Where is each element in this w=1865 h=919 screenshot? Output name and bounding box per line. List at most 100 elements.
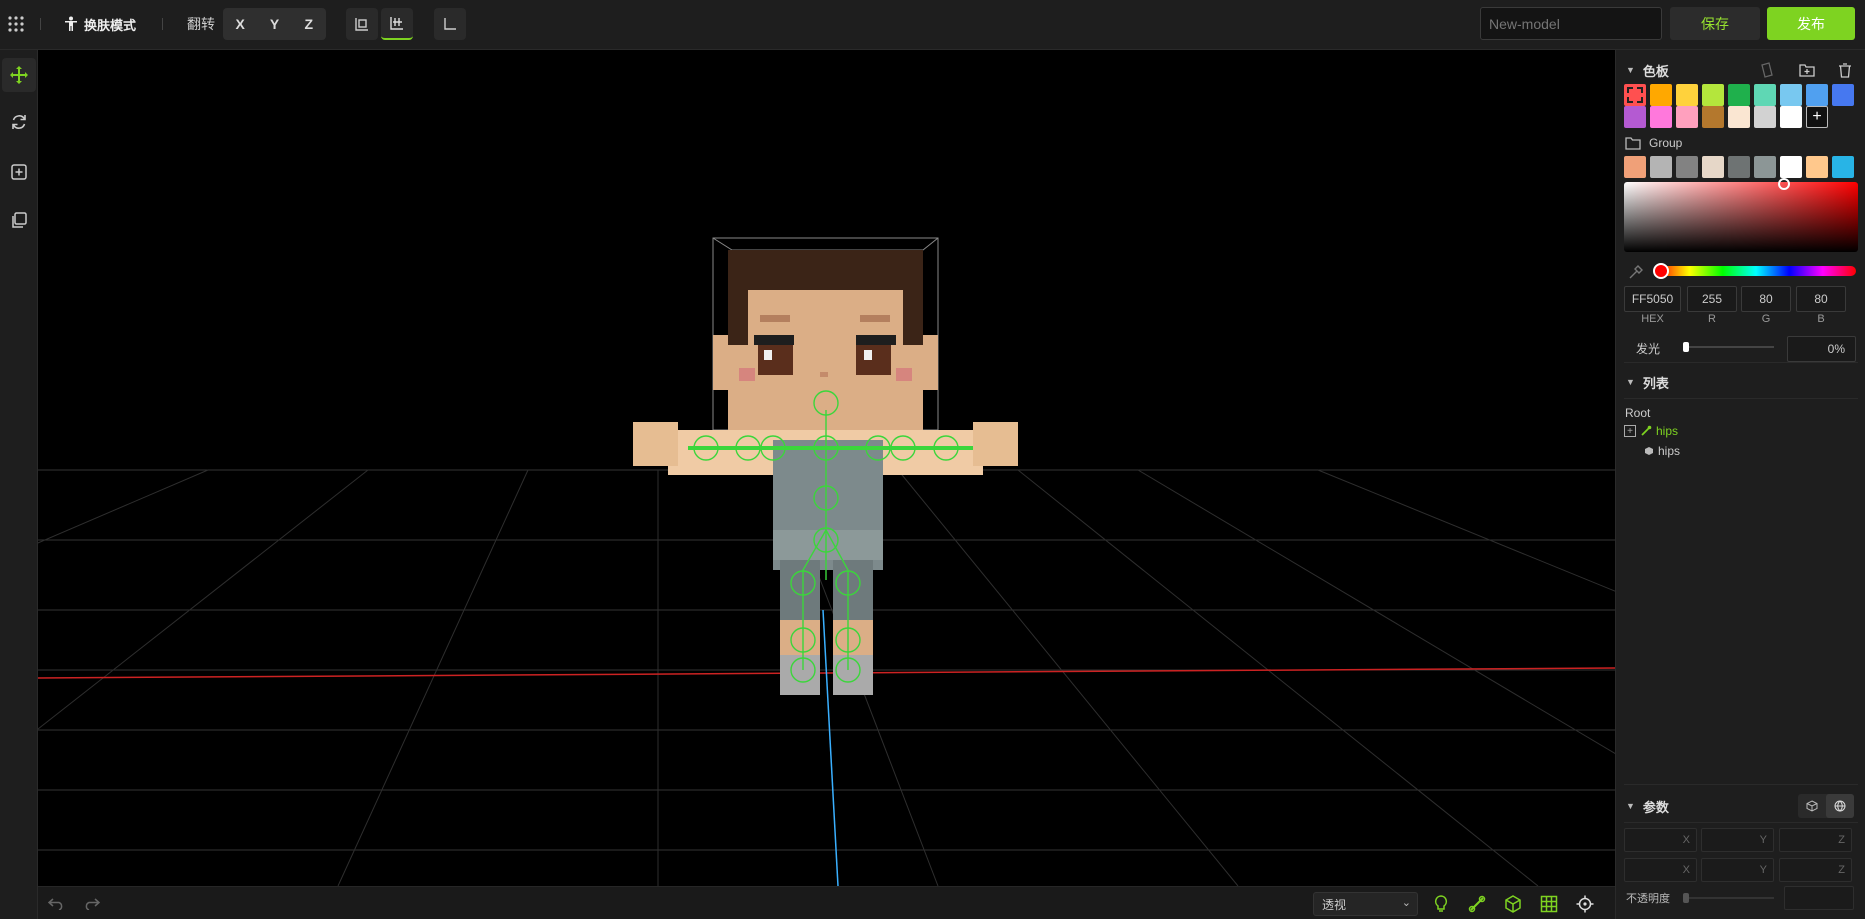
- hue-handle[interactable]: [1653, 263, 1669, 279]
- params-title: 参数: [1642, 799, 1669, 815]
- palette-swatch-row1-2[interactable]: [1650, 84, 1672, 106]
- view-mode-button-1[interactable]: [346, 8, 378, 40]
- hex-field[interactable]: FF5050: [1624, 286, 1681, 312]
- glow-value-field[interactable]: 0%: [1787, 336, 1856, 362]
- expand-icon[interactable]: +: [1624, 425, 1636, 437]
- eyedropper-icon[interactable]: [1626, 262, 1646, 282]
- tree-mesh-row[interactable]: hips: [1644, 444, 1680, 458]
- palette-title: 色板: [1642, 63, 1669, 79]
- axis-icon: [444, 18, 456, 30]
- group-color-swatch-7[interactable]: [1780, 156, 1802, 178]
- palette-swatch-row1-6[interactable]: [1754, 84, 1776, 106]
- group-color-swatch-8[interactable]: [1806, 156, 1828, 178]
- palette-swatch-row1-3[interactable]: [1676, 84, 1698, 106]
- section-divider: [1624, 822, 1858, 823]
- local-space-cube-icon[interactable]: [1798, 794, 1826, 818]
- world-space-globe-icon[interactable]: [1826, 794, 1854, 818]
- add-tool-button[interactable]: [2, 155, 36, 189]
- flip-x-button[interactable]: X: [223, 8, 257, 40]
- opacity-slider-track[interactable]: [1683, 893, 1774, 903]
- palette-swatch-row2-5[interactable]: [1728, 106, 1750, 128]
- position-y-field[interactable]: Y: [1701, 828, 1774, 852]
- view-mode-button-2[interactable]: [381, 8, 413, 40]
- toolbar-divider: [162, 18, 163, 30]
- r-label: R: [1708, 313, 1716, 325]
- position-x-field[interactable]: X: [1624, 828, 1697, 852]
- tree-bone-label: hips: [1656, 424, 1679, 438]
- group-color-swatch-2[interactable]: [1650, 156, 1672, 178]
- model-name-input[interactable]: [1480, 7, 1662, 40]
- glow-slider-handle[interactable]: [1683, 342, 1689, 352]
- move-icon: [10, 66, 28, 84]
- list-section-header[interactable]: ▼ 列表: [1616, 366, 1865, 398]
- focus-target-icon[interactable]: [1574, 893, 1596, 915]
- flip-z-button[interactable]: Z: [292, 8, 326, 40]
- move-tool-button[interactable]: [2, 58, 36, 92]
- rotation-z-field[interactable]: Z: [1779, 858, 1852, 882]
- r-field[interactable]: 255: [1687, 286, 1737, 312]
- palette-swatch-row1-5[interactable]: [1728, 84, 1750, 106]
- glow-slider-track[interactable]: [1683, 342, 1774, 352]
- bone-icon[interactable]: [1466, 893, 1488, 915]
- saturation-picker[interactable]: [1624, 178, 1858, 252]
- copy-tool-button[interactable]: [2, 203, 36, 237]
- group-color-swatch-9[interactable]: [1832, 156, 1854, 178]
- tree-root[interactable]: Root: [1625, 406, 1650, 420]
- collapse-triangle-icon: ▼: [1626, 801, 1635, 811]
- palette-swatch-row2-4[interactable]: [1702, 106, 1724, 128]
- group-color-swatch-4[interactable]: [1702, 156, 1724, 178]
- axis-tool-button[interactable]: [434, 8, 466, 40]
- redo-icon[interactable]: [82, 893, 102, 913]
- palette-swatch-row2-7[interactable]: [1780, 106, 1802, 128]
- group-color-swatch-6[interactable]: [1754, 156, 1776, 178]
- viewport-scene[interactable]: [38, 50, 1615, 886]
- folder-icon: [1624, 134, 1642, 152]
- rotation-y-field[interactable]: Y: [1701, 858, 1774, 882]
- palette-swatch-row1-7[interactable]: [1780, 84, 1802, 106]
- palette-delete-icon[interactable]: [1834, 59, 1856, 81]
- g-field[interactable]: 80: [1741, 286, 1791, 312]
- rotate-tool-button[interactable]: [2, 105, 36, 139]
- group-color-swatch-1[interactable]: [1624, 156, 1646, 178]
- opacity-value-field[interactable]: [1784, 886, 1854, 910]
- group-color-swatch-5[interactable]: [1728, 156, 1750, 178]
- publish-button[interactable]: 发布: [1767, 7, 1855, 40]
- palette-swatch-row2-6[interactable]: [1754, 106, 1776, 128]
- group-color-swatch-3[interactable]: [1676, 156, 1698, 178]
- hue-slider[interactable]: [1653, 263, 1856, 279]
- opacity-slider-handle[interactable]: [1683, 893, 1689, 903]
- add-box-icon: [11, 164, 27, 180]
- tree-bone-row[interactable]: + hips: [1624, 424, 1678, 438]
- view-mode-select[interactable]: 透视 ⌄: [1313, 892, 1418, 916]
- saturation-handle[interactable]: [1778, 178, 1790, 190]
- palette-copy-icon[interactable]: [1756, 59, 1778, 81]
- 3d-viewport[interactable]: [38, 50, 1615, 886]
- grid-icon[interactable]: [1538, 893, 1560, 915]
- b-field[interactable]: 80: [1796, 286, 1846, 312]
- palette-swatch-row1-4[interactable]: [1702, 84, 1724, 106]
- top-toolbar: 换肤模式 翻转 X Y Z 保存 发布: [0, 0, 1865, 50]
- cube-icon[interactable]: [1502, 893, 1524, 915]
- tree-mesh-label: hips: [1658, 444, 1681, 458]
- palette-swatch-row1-1[interactable]: [1624, 84, 1646, 106]
- light-icon[interactable]: [1430, 893, 1452, 915]
- params-mode-toggle: [1798, 794, 1854, 818]
- palette-swatch-row1-9[interactable]: [1832, 84, 1854, 106]
- rotation-x-field[interactable]: X: [1624, 858, 1697, 882]
- add-color-button[interactable]: +: [1806, 106, 1828, 128]
- palette-swatch-row2-3[interactable]: [1676, 106, 1698, 128]
- palette-swatch-row1-8[interactable]: [1806, 84, 1828, 106]
- palette-swatch-row2-1[interactable]: [1624, 106, 1646, 128]
- skin-mode-button[interactable]: 换肤模式: [64, 10, 136, 38]
- flip-y-button[interactable]: Y: [257, 8, 291, 40]
- undo-icon[interactable]: [46, 893, 66, 913]
- position-z-field[interactable]: Z: [1779, 828, 1852, 852]
- palette-import-icon[interactable]: [1796, 59, 1818, 81]
- chevron-down-icon: ⌄: [1401, 897, 1411, 909]
- palette-section-header[interactable]: ▼ 色板: [1616, 54, 1865, 86]
- viewport-bottom-bar: 透视 ⌄: [38, 886, 1615, 919]
- save-button[interactable]: 保存: [1670, 7, 1760, 40]
- apps-menu-icon[interactable]: [4, 12, 28, 36]
- palette-swatch-row2-2[interactable]: [1650, 106, 1672, 128]
- skin-mode-label: 换肤模式: [84, 17, 137, 33]
